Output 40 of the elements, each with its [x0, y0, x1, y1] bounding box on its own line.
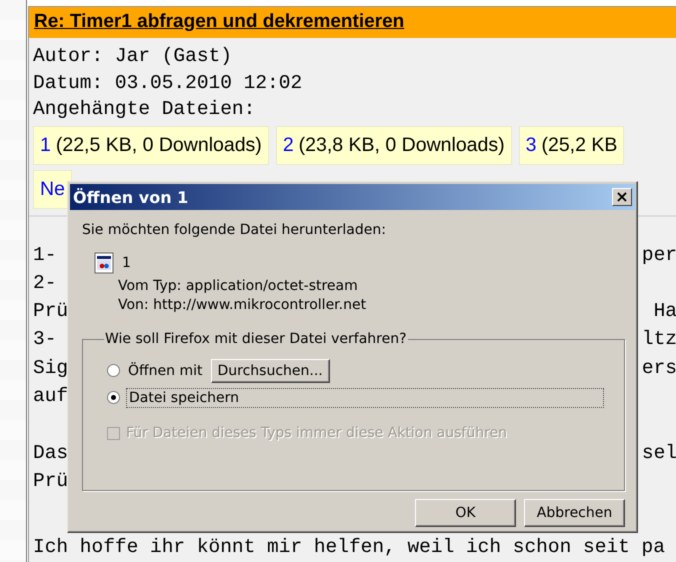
attachment-info: (23,8 KB, 0 Downloads): [298, 134, 505, 156]
body-text: 1-: [33, 242, 56, 268]
body-text: sel: [642, 440, 676, 466]
attachment-link[interactable]: 2: [282, 134, 294, 156]
radio-button[interactable]: [107, 364, 120, 377]
dialog-title: Öffnen von 1: [73, 188, 188, 206]
body-text: Ich hoffe ihr könnt mir helfen, weil ich schon seit pa: [33, 535, 665, 560]
option-label[interactable]: Datei speichern: [126, 388, 604, 408]
dialog-button[interactable]: OK: [415, 499, 516, 527]
close-button[interactable]: ×: [612, 188, 632, 206]
file-source: Von: http://www.mikrocontroller.net: [118, 297, 368, 313]
option-label[interactable]: Öffnen mit: [126, 362, 204, 380]
dialog-button[interactable]: Abbrechen: [524, 499, 625, 527]
body-text: 3-: [33, 327, 56, 352]
dialog-message: Sie möchten folgende Datei herunterladen:: [82, 222, 387, 238]
body-text: per: [642, 242, 676, 268]
meta-line: Autor: Jar (Gast): [33, 44, 232, 69]
attachment-link[interactable]: 1: [40, 134, 51, 156]
body-text: Das: [33, 440, 68, 466]
body-text: Sig: [33, 356, 68, 381]
post-title[interactable]: Re: Timer1 abfragen und dekrementieren: [34, 11, 404, 32]
file-name: 1: [122, 255, 131, 271]
body-text: ltz: [642, 327, 676, 352]
attachment-link[interactable]: 3: [526, 134, 536, 156]
body-text: 2-: [33, 270, 56, 296]
body-text: Prü: [33, 299, 68, 324]
body-text: ers: [642, 356, 676, 381]
file-type: Vom Typ: application/octet-stream: [118, 278, 359, 294]
browse-button[interactable]: Durchsuchen...: [210, 358, 330, 382]
window-file-icon: [94, 252, 114, 274]
group-label: Wie soll Firefox mit dieser Datei verfahren?: [104, 331, 408, 347]
meta-line: Angehängte Dateien:: [33, 97, 256, 122]
body-text: Ha: [654, 299, 676, 324]
attachment-link[interactable]: Ne: [40, 178, 65, 200]
body-text: Prü: [33, 468, 68, 494]
meta-line: Datum: 03.05.2010 12:02: [33, 70, 302, 96]
attachment-info: (22,5 KB, 0 Downloads): [56, 134, 262, 156]
body-text: auf: [33, 384, 68, 409]
attachment-info: (25,2 KB: [541, 134, 618, 156]
radio-button[interactable]: [107, 391, 120, 404]
